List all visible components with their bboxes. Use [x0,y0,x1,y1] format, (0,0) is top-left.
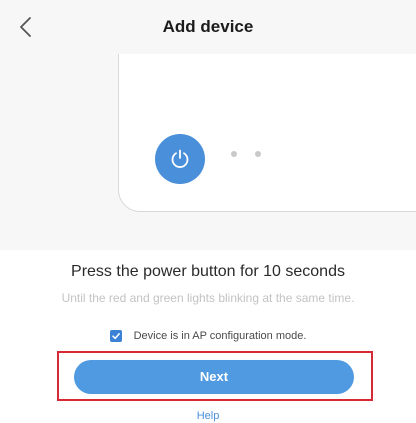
back-button[interactable] [14,14,40,40]
page-title: Add device [162,17,254,36]
indicator-light-dot [231,151,237,157]
checkbox-checked-icon[interactable] [109,330,122,342]
confirm-label: Device is in AP configuration mode. [133,330,307,342]
next-button[interactable]: Next [74,360,354,394]
power-button-graphic [155,134,205,184]
device-outline [118,54,416,212]
header-bar: Add device [0,0,416,54]
device-illustration [0,54,416,250]
power-icon [171,149,189,168]
add-device-screen: Add device Press the power button for 10… [0,0,416,423]
chevron-left-icon [20,17,31,37]
instruction-title: Press the power button for 10 seconds [71,263,345,280]
help-link[interactable]: Help [0,410,416,422]
instruction-subtitle: Until the red and green lights blinking … [61,291,355,305]
indicator-light-dot [255,151,261,157]
ap-mode-confirm-checkbox[interactable]: Device is in AP configuration mode. [0,328,416,344]
